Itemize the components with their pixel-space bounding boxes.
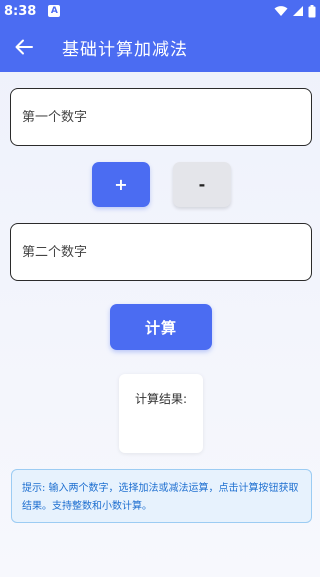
first-number-field[interactable] (10, 88, 312, 146)
hint-text: 提示: 输入两个数字，选择加法或减法运算，点击计算按钮获取结果。支持整数和小数计… (22, 483, 299, 512)
arrow-left-icon (15, 39, 33, 55)
result-label: 计算结果: (134, 392, 188, 406)
status-icons (274, 4, 316, 18)
page-title: 基础计算加减法 (62, 39, 188, 60)
back-button[interactable] (4, 27, 44, 67)
result-card: 计算结果: (119, 374, 203, 453)
battery-icon (308, 4, 316, 17)
first-number-input[interactable] (22, 109, 311, 125)
signal-icon (293, 6, 303, 16)
hint-box: 提示: 输入两个数字，选择加法或减法运算，点击计算按钮获取结果。支持整数和小数计… (11, 469, 312, 523)
second-number-field[interactable] (10, 223, 312, 281)
status-time: 8:38 (4, 3, 37, 19)
subtract-button[interactable]: - (173, 162, 231, 207)
calculate-button[interactable]: 计算 (110, 304, 212, 350)
notification-icon: A (48, 5, 61, 17)
status-bar: 8:38 A (0, 0, 320, 22)
app-bar: 基础计算加减法 (0, 22, 320, 72)
wifi-icon (274, 6, 288, 16)
add-button[interactable]: + (92, 162, 150, 207)
second-number-input[interactable] (22, 244, 311, 260)
